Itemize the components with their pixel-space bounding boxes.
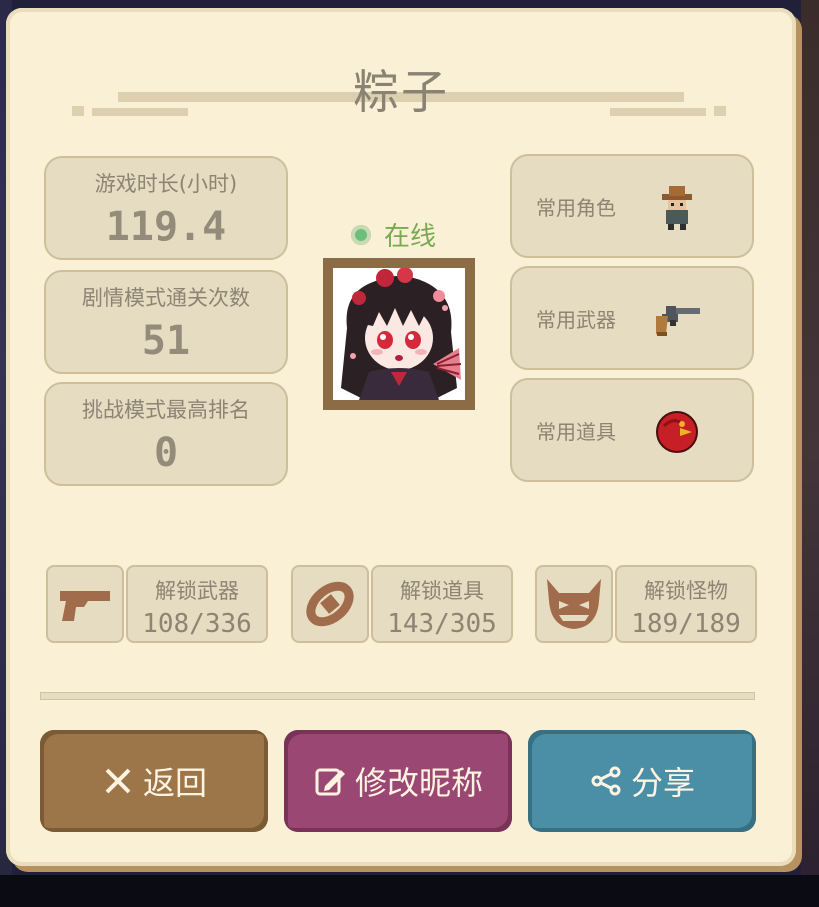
favorite-character[interactable]: 常用角色 xyxy=(510,154,754,258)
back-button[interactable]: 返回 xyxy=(40,730,268,832)
background-bottom xyxy=(0,875,819,907)
stat-value: 51 xyxy=(141,318,191,364)
stat-value: 119.4 xyxy=(105,204,227,250)
share-button-label: 分享 xyxy=(630,764,695,802)
stat-label: 游戏时长(小时) xyxy=(94,172,238,196)
stat-playtime: 游戏时长(小时) 119.4 xyxy=(44,156,288,260)
stat-story-clears: 剧情模式通关次数 51 xyxy=(44,270,288,374)
divider xyxy=(40,692,755,700)
player-name: 粽子 xyxy=(353,65,449,119)
avatar-image xyxy=(333,268,465,400)
title-bar-dot-right xyxy=(714,106,726,116)
online-status-text: 在线 xyxy=(384,222,437,252)
ring-item-icon xyxy=(306,581,354,627)
stat-label: 剧情模式通关次数 xyxy=(82,286,250,310)
favorite-label: 常用武器 xyxy=(536,308,616,332)
edit-icon xyxy=(315,768,345,796)
player-profile-panel: 粽子 游戏时长(小时) 119.4 剧情模式通关次数 51 挑战模式最高排名 0… xyxy=(6,8,796,866)
share-icon xyxy=(591,766,621,796)
cowboy-character-icon xyxy=(652,182,702,232)
unlock-monsters-text: 解锁怪物 189/189 xyxy=(615,565,757,643)
share-button[interactable]: 分享 xyxy=(528,730,756,832)
edit-nickname-button[interactable]: 修改昵称 xyxy=(284,730,512,832)
unlock-count: 189/189 xyxy=(631,609,741,639)
unlock-weapons[interactable]: 解锁武器 108/336 xyxy=(46,565,268,643)
close-icon xyxy=(105,768,131,794)
unlock-label: 解锁武器 xyxy=(155,579,239,603)
unlock-count: 143/305 xyxy=(387,609,497,639)
pistol-icon xyxy=(60,591,110,621)
unlock-items[interactable]: 解锁道具 143/305 xyxy=(291,565,513,643)
demon-face-icon xyxy=(547,579,601,629)
online-status-icon xyxy=(351,225,371,245)
title-bar-right xyxy=(610,108,706,116)
avatar xyxy=(323,258,475,410)
favorite-weapon[interactable]: 常用武器 xyxy=(510,266,754,370)
title-bar-left xyxy=(92,108,188,116)
revolver-icon xyxy=(652,294,702,344)
favorite-label: 常用道具 xyxy=(536,420,616,444)
red-bird-item-icon xyxy=(652,406,702,456)
background-right xyxy=(801,0,819,907)
back-button-label: 返回 xyxy=(142,764,207,802)
stat-value: 0 xyxy=(153,430,179,476)
stat-challenge-rank: 挑战模式最高排名 0 xyxy=(44,382,288,486)
title-bar-dot-left xyxy=(72,106,84,116)
stat-label: 挑战模式最高排名 xyxy=(82,398,250,422)
edit-nickname-label: 修改昵称 xyxy=(354,764,483,802)
favorite-item[interactable]: 常用道具 xyxy=(510,378,754,482)
unlock-count: 108/336 xyxy=(142,609,252,639)
unlock-items-text: 解锁道具 143/305 xyxy=(371,565,513,643)
unlock-monsters[interactable]: 解锁怪物 189/189 xyxy=(535,565,757,643)
unlock-label: 解锁道具 xyxy=(400,579,484,603)
pistol-icon-box xyxy=(46,565,124,643)
unlock-weapons-text: 解锁武器 108/336 xyxy=(126,565,268,643)
demon-face-icon-box xyxy=(535,565,613,643)
ring-item-icon-box xyxy=(291,565,369,643)
favorite-label: 常用角色 xyxy=(536,196,616,220)
unlock-label: 解锁怪物 xyxy=(644,579,728,603)
